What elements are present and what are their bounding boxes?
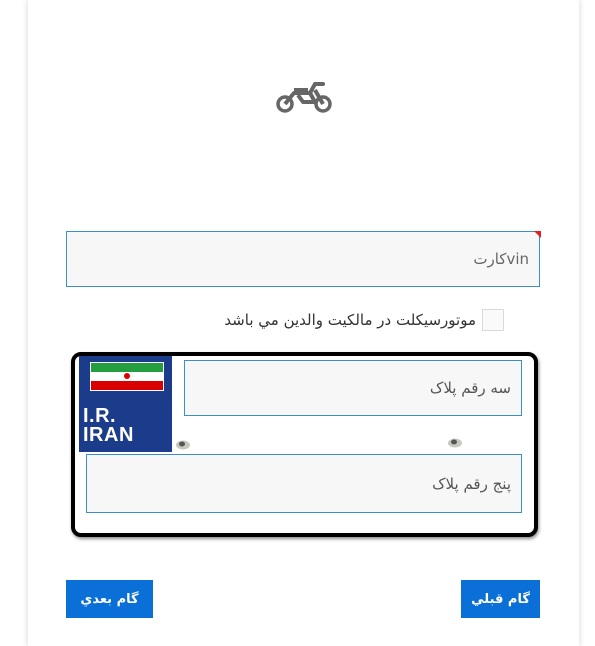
plate-country-label: I.R. IRAN — [83, 406, 171, 446]
required-indicator — [534, 231, 541, 238]
parent-ownership-row: موتورسيكلت در مالكيت والدين مي باشد — [200, 305, 504, 335]
plate-country-line2: IRAN — [83, 424, 134, 446]
next-step-button[interactable]: گام بعدي — [66, 580, 153, 618]
parent-ownership-checkbox[interactable] — [482, 309, 504, 331]
plate-country-band: I.R. IRAN — [79, 356, 172, 452]
parent-ownership-label: موتورسيكلت در مالكيت والدين مي باشد — [224, 311, 476, 329]
screw-right-icon — [448, 438, 462, 448]
motorcycle-icon — [276, 82, 332, 113]
plate-three-digit-input[interactable] — [184, 360, 522, 416]
license-plate: I.R. IRAN — [71, 352, 538, 537]
iran-flag-icon — [90, 362, 164, 391]
vin-card-input[interactable] — [66, 231, 540, 287]
previous-step-button[interactable]: گام قبلي — [461, 580, 540, 618]
plate-five-digit-input[interactable] — [86, 454, 522, 513]
screw-left-icon — [176, 440, 190, 450]
